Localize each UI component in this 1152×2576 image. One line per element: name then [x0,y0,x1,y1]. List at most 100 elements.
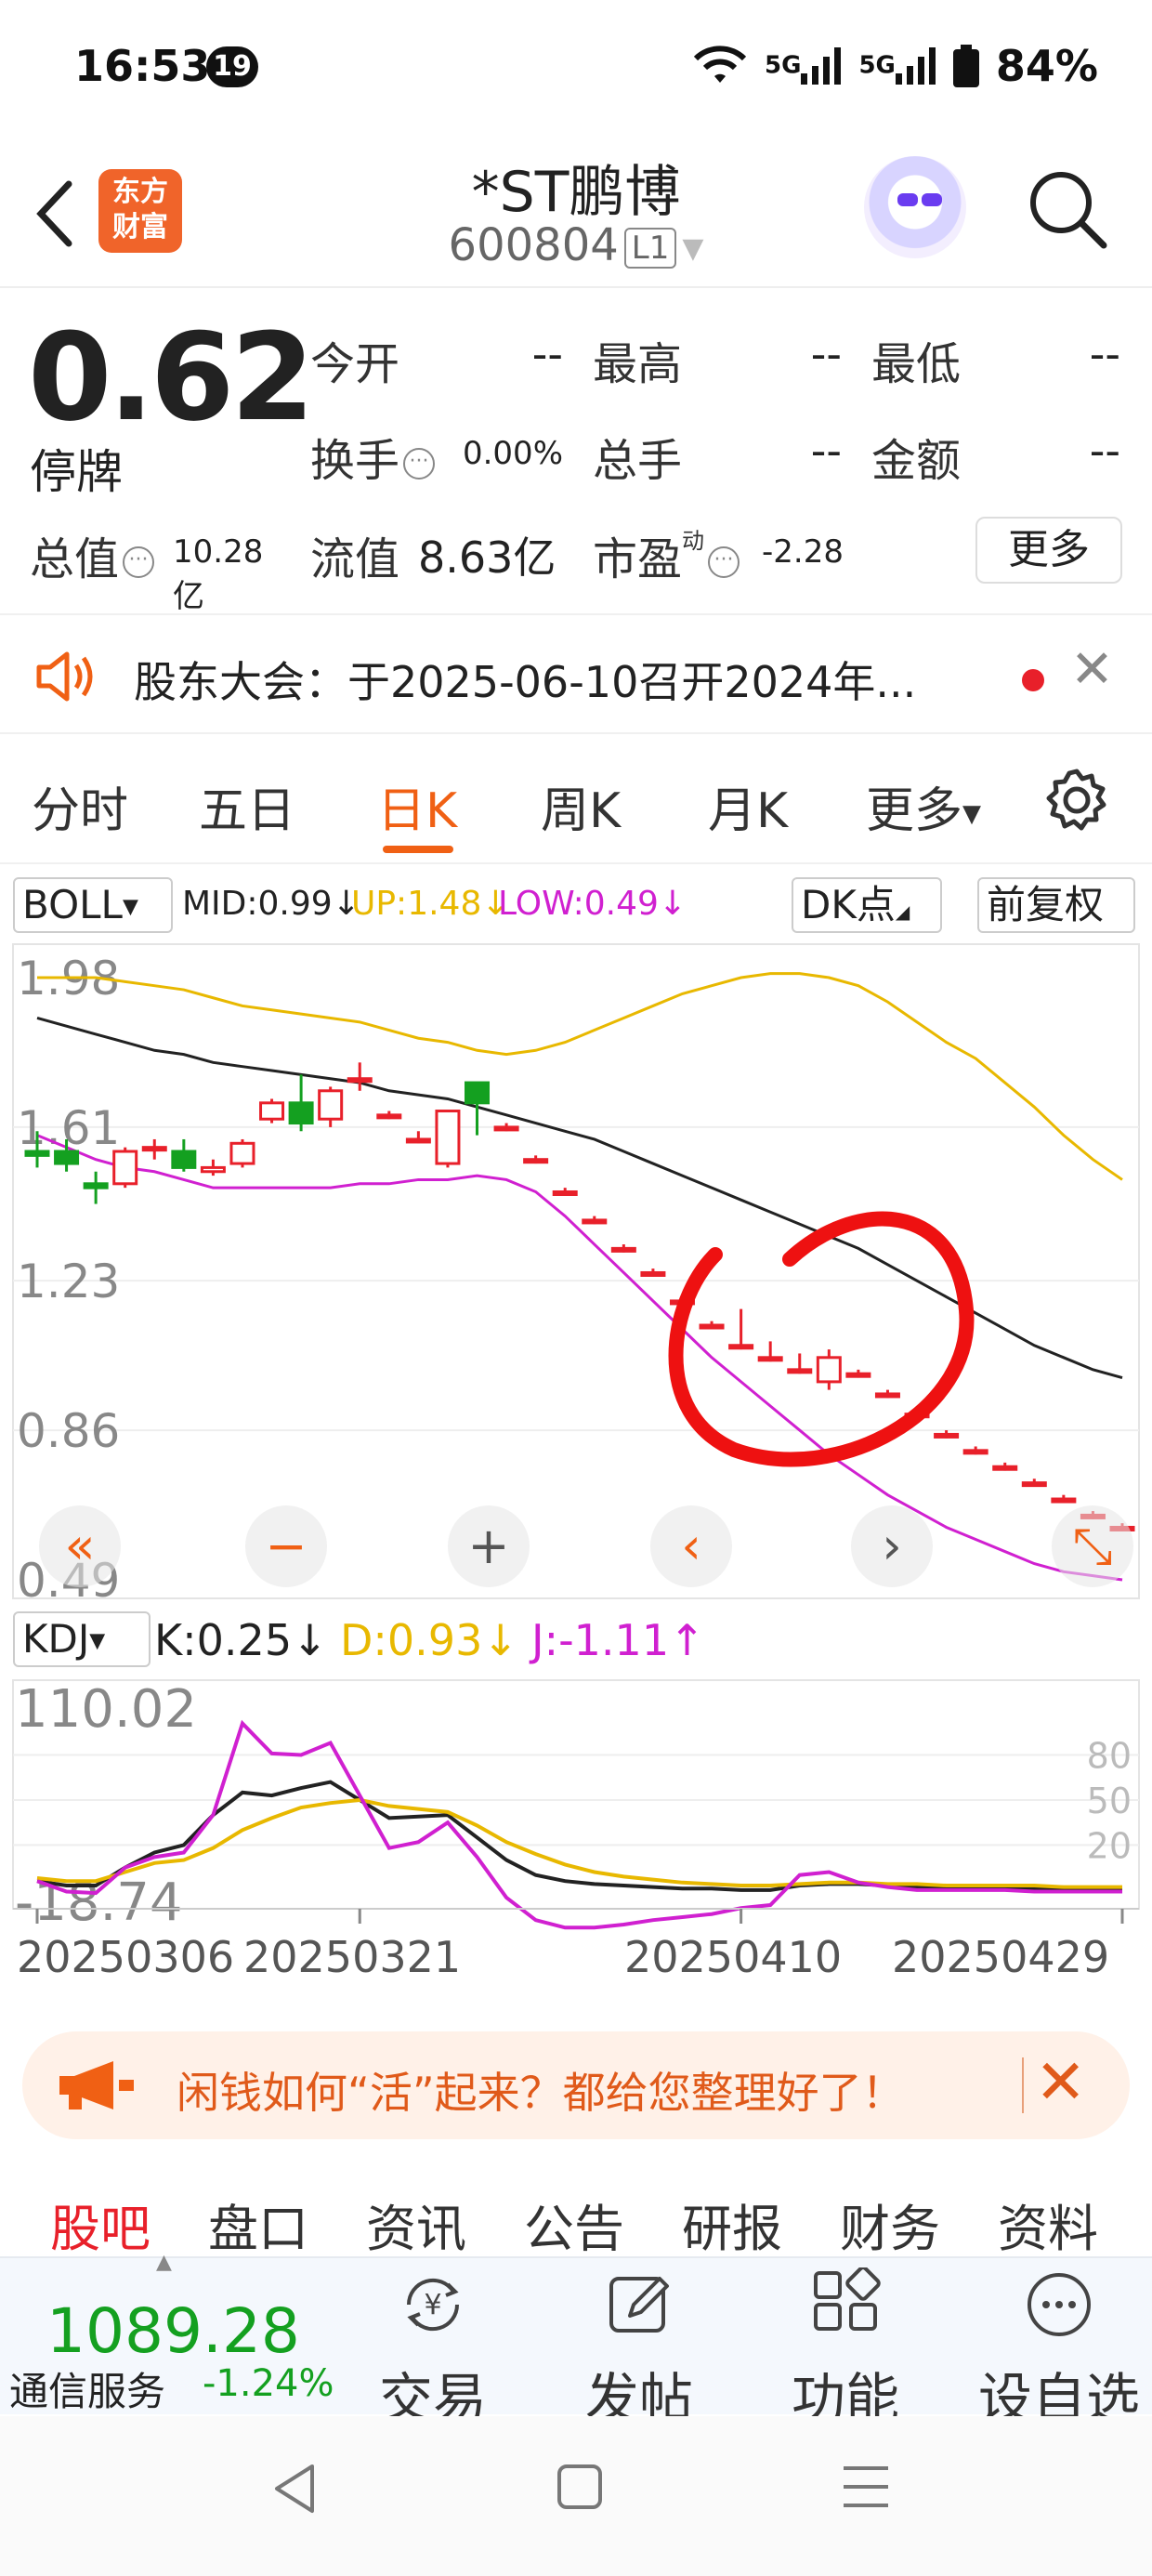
tab-intraday[interactable]: 分时 [32,771,128,841]
nav-menu-icon[interactable] [840,2463,892,2511]
x-tick-label: 20250321 [243,1932,461,1982]
candle-body [757,1356,783,1362]
candle-body [288,1101,314,1125]
kdj-right-tick-label: 80 [1087,1735,1132,1776]
more-quote-button[interactable]: 更多 [975,517,1122,584]
tab-finance[interactable]: 财务 [840,2188,940,2261]
candle-body [171,1150,197,1169]
ai-assistant-avatar[interactable] [864,156,966,258]
robot-eye-left [897,193,918,206]
trade-button[interactable]: ¥ 交易 [359,2267,507,2433]
kdj-j-value: J:-1.11↑ [531,1615,705,1665]
kdj-k-value: K:0.25↓ [154,1615,328,1665]
announcement-bar[interactable]: 股东大会：于2025-06-10召开2024年... ✕ [0,613,1152,734]
volume-label: 总手 [593,435,683,487]
stock-header: 东方 财富 *ST鹏博 600804 L1 ▼ [0,139,1152,288]
battery-level: 84% [995,41,1098,91]
apps-button[interactable]: 功能 [771,2266,920,2433]
level-badge: L1 [623,228,677,269]
kline-chart-area[interactable]: BOLL▼ MID:0.99↓ UP:1.48↓ LOW:0.49↓ DK点◢ … [0,864,1152,2017]
candle-body [493,1125,519,1132]
promo-divider [1022,2057,1024,2113]
post-button[interactable]: 发帖 [565,2267,713,2433]
candle-body [376,1113,402,1120]
float-cap-label: 流值 [310,533,400,585]
info-icon[interactable]: ··· [403,448,436,480]
candle-body [787,1368,813,1374]
info-icon[interactable]: ··· [123,546,155,578]
more-icon [1028,2273,1091,2336]
caret-down-icon: ▼ [962,800,982,828]
tab-more[interactable]: 更多▼ [866,771,981,841]
chevron-down-icon: ▼ [682,231,704,265]
status-icons: 5G 5G 84% [692,41,1098,91]
info-icon[interactable]: ··· [708,546,740,578]
tab-daily-k[interactable]: 日K [377,771,457,841]
tab-five-day[interactable]: 五日 [199,771,295,841]
candle-body [640,1270,666,1277]
caret-down-icon: ▼ [89,1629,106,1653]
pe-superscript: 动 [682,528,705,554]
chart-svg: 1.981.611.230.860.49«−+‹›⤡805020110.02-1… [12,943,1140,1982]
tab-order-book[interactable]: 盘口 [208,2188,308,2261]
active-tab-indicator [383,846,453,853]
candle-body [992,1465,1018,1471]
tab-news[interactable]: 资讯 [366,2188,466,2261]
candle-body [318,1089,344,1121]
sector-name: 通信服务 [9,2369,166,2414]
promo-text: 闲钱如何“活”起来？都给您整理好了！ [177,2068,905,2118]
candle-body [24,1150,50,1157]
promo-banner[interactable]: 闲钱如何“活”起来？都给您整理好了！ ✕ [22,2031,1130,2139]
tab-announcements[interactable]: 公告 [524,2188,624,2261]
robot-eye-right [922,193,942,206]
candle-body [435,1110,461,1165]
close-icon[interactable]: ✕ [1070,639,1114,700]
tab-weekly-k[interactable]: 周K [541,771,621,841]
system-nav-bar [0,2416,1152,2576]
candle-body [728,1344,754,1350]
high-value: -- [810,329,842,379]
candle-body [874,1392,900,1399]
section-tabs: 股吧 盘口 资讯 公告 研报 财务 资料 [0,2165,1152,2258]
candle-body [962,1449,988,1455]
trading-status: 停牌 [30,445,123,499]
fullscreen-icon: ⤡ [1072,1517,1112,1575]
candle-body [112,1150,138,1186]
kdj-indicator-selector[interactable]: KDJ▼ [13,1611,151,1667]
candle-body [816,1356,842,1384]
main-panel-frame [12,943,1140,1599]
unread-dot [1022,669,1044,691]
tab-profile[interactable]: 资料 [998,2188,1098,2261]
search-icon[interactable] [1026,167,1109,251]
kdj-d-line [36,1797,1122,1889]
speaker-icon [36,651,93,702]
nav-home-icon[interactable] [556,2463,604,2511]
wifi-icon [693,46,747,83]
candle-body [845,1372,871,1378]
stock-code-selector[interactable]: 600804 L1 ▼ [0,219,1152,271]
clock: 16:53 [74,41,211,91]
bottom-toolbar: ▲ 1089.28 通信服务 -1.24% ¥ 交易 发帖 功能 设自选 [0,2251,1152,2430]
turnover-label: 换手 ··· [310,424,436,489]
settings-gear-icon[interactable] [1044,768,1109,833]
caret-up-icon: ▲ [156,2251,172,2274]
candle-body [54,1150,80,1165]
volume-value: -- [810,426,842,476]
close-icon[interactable]: ✕ [1035,2046,1086,2118]
tab-research[interactable]: 研报 [682,2188,782,2261]
tab-monthly-k[interactable]: 月K [708,771,788,841]
svg-text:¥: ¥ [424,2289,441,2321]
stock-name: *ST鹏博 [471,160,681,225]
candle-body [934,1432,960,1439]
high-label: 最高 [593,338,683,390]
apps-icon [814,2266,881,2331]
tab-guba[interactable]: 股吧 [50,2188,151,2261]
candle-body [141,1146,167,1152]
add-watchlist-button[interactable]: 设自选 [975,2267,1143,2433]
kdj-right-tick-label: 20 [1087,1825,1132,1866]
candle-body [699,1323,725,1330]
candle-body [1021,1481,1047,1488]
nav-back-icon[interactable] [271,2461,318,2517]
kdj-k-line [36,1780,1122,1892]
current-price: 0.62 [28,307,315,448]
